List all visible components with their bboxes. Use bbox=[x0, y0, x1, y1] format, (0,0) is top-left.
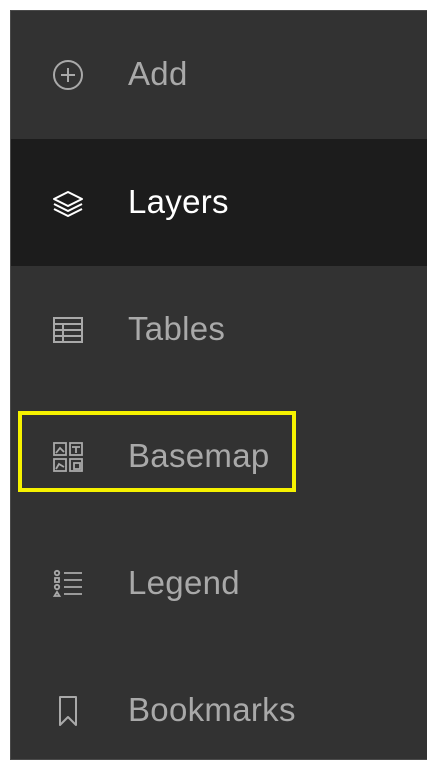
sidebar-item-label: Layers bbox=[128, 182, 229, 220]
table-icon bbox=[51, 313, 85, 347]
sidebar-item-label: Basemap bbox=[128, 436, 270, 474]
sidebar-item-legend[interactable]: Legend bbox=[11, 520, 427, 647]
sidebar-item-tables[interactable]: Tables bbox=[11, 266, 427, 393]
layers-icon bbox=[51, 186, 85, 220]
sidebar-panel: Add Layers Tables Basemap Legend Bookmar… bbox=[10, 10, 427, 760]
sidebar-item-layers[interactable]: Layers bbox=[11, 139, 427, 266]
sidebar-item-bookmarks[interactable]: Bookmarks bbox=[11, 647, 427, 774]
legend-icon bbox=[51, 567, 85, 601]
sidebar-item-label: Bookmarks bbox=[128, 690, 296, 728]
sidebar-item-basemap[interactable]: Basemap bbox=[11, 393, 427, 520]
bookmark-icon bbox=[51, 694, 85, 728]
sidebar-item-add[interactable]: Add bbox=[11, 11, 427, 138]
basemap-icon bbox=[51, 440, 85, 474]
sidebar-item-label: Tables bbox=[128, 309, 226, 347]
sidebar-item-label: Add bbox=[128, 54, 188, 92]
plus-circle-icon bbox=[51, 58, 85, 92]
sidebar-item-label: Legend bbox=[128, 563, 240, 601]
